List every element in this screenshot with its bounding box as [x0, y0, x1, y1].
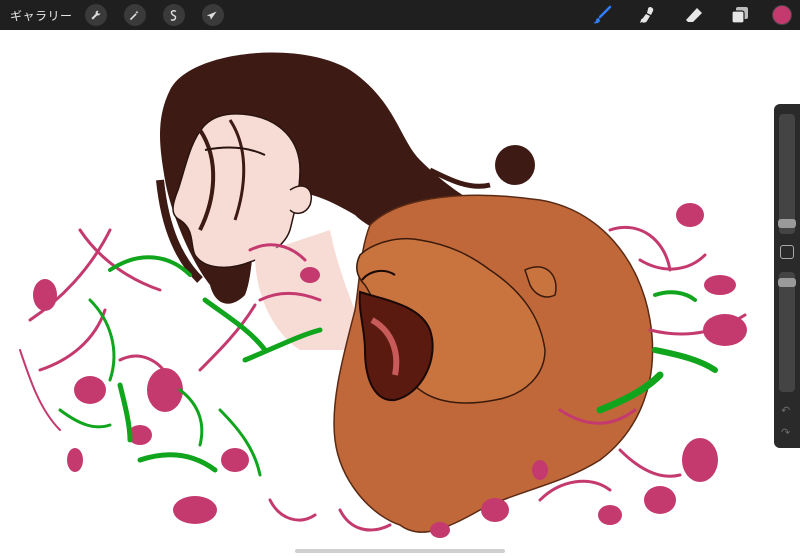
transform-button[interactable] [201, 4, 224, 26]
right-tools [570, 0, 800, 30]
eraser-icon [686, 8, 702, 22]
selection-button[interactable] [162, 4, 185, 26]
wrench-icon [91, 10, 101, 20]
undo-icon[interactable]: ↶ [781, 404, 790, 417]
brush-icon [593, 5, 612, 24]
selection-icon [170, 9, 177, 21]
layers-icon [731, 7, 748, 24]
modify-button[interactable] [780, 245, 794, 259]
brush-size-slider[interactable] [778, 114, 796, 234]
layers-tool[interactable] [726, 1, 754, 29]
opacity-slider[interactable] [778, 272, 796, 392]
actions-button[interactable] [84, 4, 107, 26]
brush-sidebar: ↶ ↷ [774, 104, 800, 448]
home-indicator [295, 549, 505, 553]
gallery-button[interactable]: ギャラリー [10, 7, 73, 24]
artwork [19, 52, 747, 538]
brush-tool[interactable] [588, 1, 616, 29]
magic-wand-icon [129, 10, 139, 20]
eraser-tool[interactable] [680, 1, 708, 29]
top-toolbar: ギャラリー [0, 0, 800, 30]
opacity-knob[interactable] [778, 277, 796, 287]
brush-size-knob[interactable] [778, 219, 796, 229]
transform-arrow-icon [206, 10, 217, 20]
adjustments-button[interactable] [123, 4, 146, 26]
drawing-canvas[interactable] [0, 30, 800, 558]
smudge-icon [640, 7, 654, 23]
redo-icon[interactable]: ↷ [781, 426, 790, 439]
color-picker-button[interactable] [772, 5, 792, 25]
smudge-tool[interactable] [634, 1, 662, 29]
